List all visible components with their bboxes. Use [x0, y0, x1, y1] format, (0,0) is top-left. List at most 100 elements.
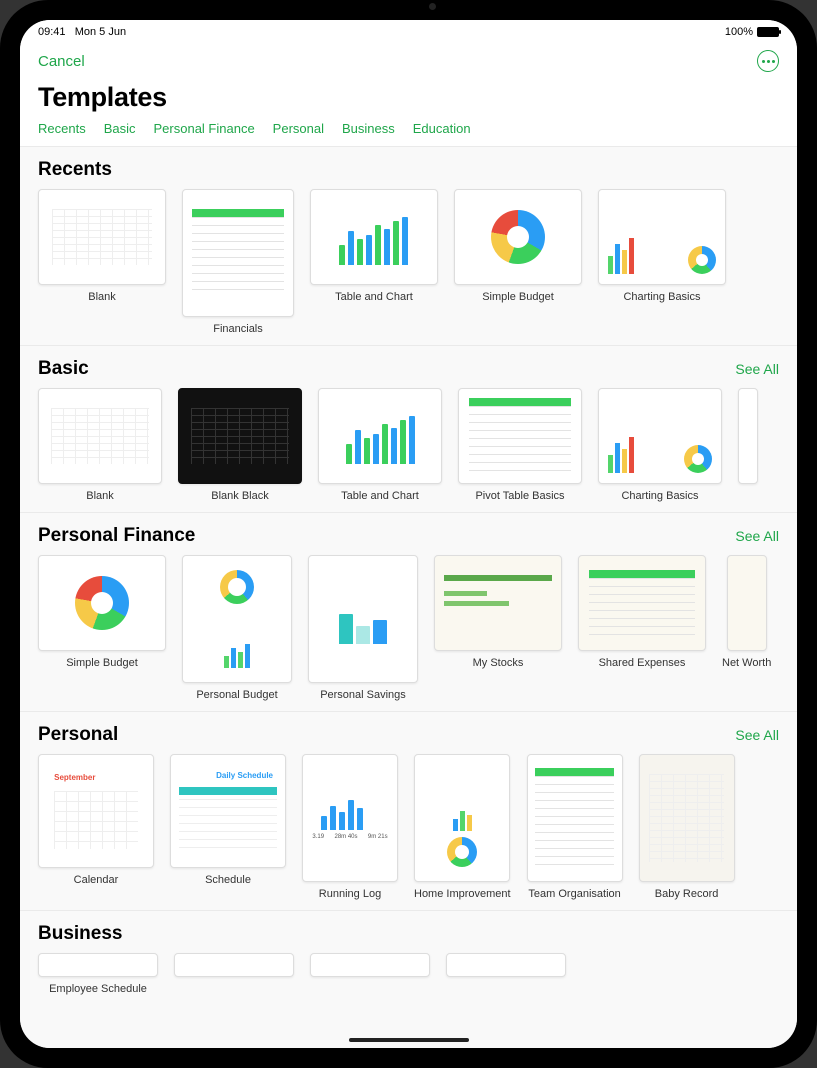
- template-card[interactable]: Financials: [182, 189, 294, 335]
- template-thumb[interactable]: [318, 388, 442, 484]
- template-label: Personal Budget: [196, 689, 277, 701]
- template-thumb[interactable]: [458, 388, 582, 484]
- tab-personal[interactable]: Personal: [273, 121, 324, 136]
- template-card[interactable]: Charting Basics: [598, 388, 722, 502]
- template-card[interactable]: September Calendar: [38, 754, 154, 900]
- template-label: Table and Chart: [341, 490, 419, 502]
- template-thumb[interactable]: [310, 189, 438, 285]
- camera-dot: [429, 3, 436, 10]
- template-thumb[interactable]: [38, 555, 166, 651]
- template-label: Personal Savings: [320, 689, 406, 701]
- template-thumb[interactable]: [727, 555, 767, 651]
- template-label: Schedule: [205, 874, 251, 886]
- template-thumb[interactable]: [310, 953, 430, 977]
- template-thumb[interactable]: [182, 189, 294, 317]
- template-card[interactable]: Simple Budget: [38, 555, 166, 701]
- section-title-personal: Personal: [38, 724, 118, 746]
- template-card[interactable]: Blank: [38, 388, 162, 502]
- template-thumb[interactable]: [434, 555, 562, 651]
- ipad-frame: 09:41 Mon 5 Jun 100% Cancel Templates Re…: [0, 0, 817, 1068]
- template-label: Financials: [213, 323, 263, 335]
- template-thumb[interactable]: [38, 388, 162, 484]
- template-thumb[interactable]: [308, 555, 418, 683]
- tab-education[interactable]: Education: [413, 121, 471, 136]
- see-all-personal-finance[interactable]: See All: [735, 528, 779, 544]
- barchart-icon: [324, 209, 425, 265]
- template-card[interactable]: [446, 953, 566, 995]
- more-options-button[interactable]: [757, 50, 779, 72]
- stocks-icon: [444, 575, 552, 631]
- template-card[interactable]: Baby Record: [639, 754, 735, 900]
- template-thumb[interactable]: [446, 953, 566, 977]
- template-thumb[interactable]: [738, 388, 758, 484]
- template-thumb[interactable]: [178, 388, 302, 484]
- template-card[interactable]: Pivot Table Basics: [458, 388, 582, 502]
- template-thumb[interactable]: 3.1928m 40s9m 21s: [302, 754, 398, 882]
- template-label: Blank Black: [211, 490, 268, 502]
- template-thumb[interactable]: [182, 555, 292, 683]
- template-card[interactable]: [310, 953, 430, 995]
- template-label: Simple Budget: [482, 291, 554, 303]
- spreadsheet-icon: [52, 209, 153, 265]
- cancel-button[interactable]: Cancel: [38, 53, 85, 70]
- template-thumb[interactable]: Daily Schedule: [170, 754, 286, 868]
- section-head-personal: Personal See All: [20, 712, 797, 750]
- template-card[interactable]: Shared Expenses: [578, 555, 706, 701]
- template-card[interactable]: My Stocks: [434, 555, 562, 701]
- see-all-basic[interactable]: See All: [735, 361, 779, 377]
- tab-personal-finance[interactable]: Personal Finance: [154, 121, 255, 136]
- template-thumb[interactable]: [38, 189, 166, 285]
- donut-icon: [491, 210, 545, 264]
- tab-business[interactable]: Business: [342, 121, 395, 136]
- template-label: Shared Expenses: [599, 657, 686, 669]
- template-card-partial[interactable]: Net Worth: [722, 555, 771, 701]
- row-personal-finance: Simple Budget Personal Budget P: [20, 551, 797, 712]
- template-card[interactable]: Simple Budget: [454, 189, 582, 335]
- template-card[interactable]: 3.1928m 40s9m 21s Running Log: [302, 754, 398, 900]
- see-all-personal[interactable]: See All: [735, 727, 779, 743]
- template-thumb[interactable]: [578, 555, 706, 651]
- row-personal: September Calendar Daily Schedule Schedu…: [20, 750, 797, 911]
- template-label: Simple Budget: [66, 657, 138, 669]
- template-thumb[interactable]: [639, 754, 735, 882]
- template-label: Pivot Table Basics: [475, 490, 564, 502]
- battery-icon: [757, 27, 779, 37]
- template-thumb[interactable]: [174, 953, 294, 977]
- template-thumb[interactable]: [527, 754, 623, 882]
- template-thumb[interactable]: [38, 953, 158, 977]
- template-card[interactable]: Blank Black: [178, 388, 302, 502]
- tab-recents[interactable]: Recents: [38, 121, 86, 136]
- template-thumb[interactable]: [454, 189, 582, 285]
- home-indicator[interactable]: [349, 1038, 469, 1042]
- barchart-icon: [320, 594, 406, 644]
- template-card[interactable]: [174, 953, 294, 995]
- row-basic: Blank Blank Black Table and Chart Pivot …: [20, 384, 797, 513]
- section-head-business: Business: [20, 911, 797, 949]
- record-icon: [649, 774, 724, 862]
- template-label: Blank: [88, 291, 116, 303]
- tab-basic[interactable]: Basic: [104, 121, 136, 136]
- template-thumb[interactable]: [598, 189, 726, 285]
- template-thumb[interactable]: [598, 388, 722, 484]
- template-card[interactable]: Blank: [38, 189, 166, 335]
- template-card[interactable]: Table and Chart: [318, 388, 442, 502]
- template-card-partial[interactable]: [738, 388, 758, 502]
- barchart-icon: [331, 408, 429, 464]
- battery-percent: 100%: [725, 26, 753, 38]
- template-label: Baby Record: [655, 888, 719, 900]
- template-card[interactable]: Employee Schedule: [38, 953, 158, 995]
- template-card[interactable]: Personal Savings: [308, 555, 418, 701]
- template-card[interactable]: Table and Chart: [310, 189, 438, 335]
- table-icon: [192, 209, 284, 297]
- template-card[interactable]: Team Organisation: [527, 754, 623, 900]
- template-thumb[interactable]: [414, 754, 510, 882]
- content-scroll[interactable]: Recents Blank Financials Table and Chart: [20, 147, 797, 1048]
- template-label: Charting Basics: [621, 490, 698, 502]
- team-icon: [535, 768, 614, 869]
- template-thumb[interactable]: September: [38, 754, 154, 868]
- template-card[interactable]: Charting Basics: [598, 189, 726, 335]
- template-card[interactable]: Home Improvement: [414, 754, 511, 900]
- template-card[interactable]: Personal Budget: [182, 555, 292, 701]
- template-card[interactable]: Daily Schedule Schedule: [170, 754, 286, 900]
- category-tabs: Recents Basic Personal Finance Personal …: [20, 115, 797, 147]
